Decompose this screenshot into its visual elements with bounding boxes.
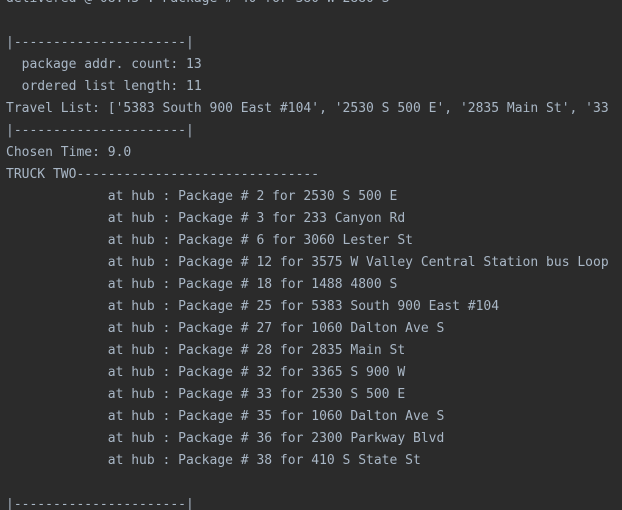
console-output[interactable]: delivered @ 08.43 : Package # 40 for 380… (0, 0, 622, 510)
console-line-addr-count: package addr. count: 13 (6, 57, 202, 72)
console-line-travel-list: Travel List: ['5383 South 900 East #104'… (6, 101, 609, 116)
console-separator: |----------------------| (6, 123, 194, 138)
console-line-package: at hub : Package # 36 for 2300 Parkway B… (6, 431, 445, 446)
console-line-chosen-time: Chosen Time: 9.0 (6, 145, 132, 160)
console-separator: |----------------------| (6, 497, 194, 510)
console-line-package: at hub : Package # 33 for 2530 S 500 E (6, 387, 406, 402)
console-line-package: at hub : Package # 38 for 410 S State St (6, 453, 421, 468)
console-line-package: at hub : Package # 6 for 3060 Lester St (6, 233, 413, 248)
console-line-package: at hub : Package # 25 for 5383 South 900… (6, 299, 500, 314)
console-line-package: at hub : Package # 3 for 233 Canyon Rd (6, 211, 406, 226)
console-line-package: at hub : Package # 2 for 2530 S 500 E (6, 189, 398, 204)
console-line-package: at hub : Package # 12 for 3575 W Valley … (6, 255, 609, 270)
console-line-package: at hub : Package # 35 for 1060 Dalton Av… (6, 409, 445, 424)
console-line-truck-header: TRUCK TWO------------------------------- (6, 167, 320, 182)
console-line-package: at hub : Package # 18 for 1488 4800 S (6, 277, 398, 292)
console-line-package: at hub : Package # 28 for 2835 Main St (6, 343, 406, 358)
console-separator: |----------------------| (6, 35, 194, 50)
console-line-list-length: ordered list length: 11 (6, 79, 202, 94)
console-line-package: at hub : Package # 27 for 1060 Dalton Av… (6, 321, 445, 336)
console-line-package: at hub : Package # 32 for 3365 S 900 W (6, 365, 406, 380)
console-line-delivered: delivered @ 08.43 : Package # 40 for 380… (6, 0, 390, 10)
